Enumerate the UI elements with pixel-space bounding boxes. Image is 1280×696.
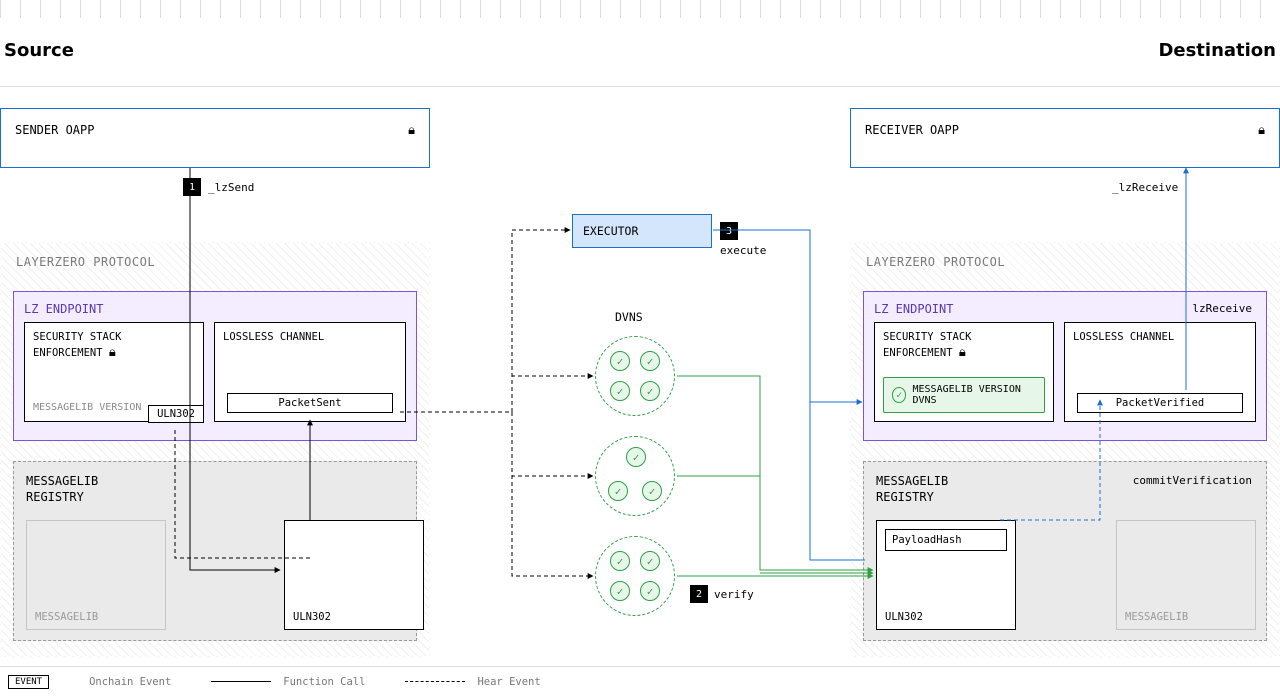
dest-endpoint: LZ ENDPOINT lzReceive SECURITY STACK ENF… bbox=[863, 291, 1267, 441]
receiver-oapp-label: RECEIVER OAPP bbox=[865, 123, 959, 137]
sender-oapp: SENDER OAPP 🔒︎ bbox=[0, 108, 430, 168]
dvn-cluster-2: ✓ ✓ ✓ bbox=[595, 436, 675, 516]
step-2-label: verify bbox=[714, 588, 754, 601]
check-icon: ✓ bbox=[610, 551, 630, 571]
protocol-label: LAYERZERO PROTOCOL bbox=[16, 255, 155, 269]
legend-fncall: Function Call bbox=[283, 676, 365, 688]
legend-hear: Hear Event bbox=[477, 676, 540, 688]
packet-sent-event: PacketSent bbox=[227, 393, 393, 413]
executor: EXECUTOR bbox=[572, 214, 712, 248]
check-icon: ✓ bbox=[608, 481, 628, 501]
check-icon: ✓ bbox=[640, 551, 660, 571]
step-3-badge: 3 bbox=[720, 222, 738, 240]
check-icon: ✓ bbox=[640, 581, 660, 601]
header-destination: Destination bbox=[1158, 40, 1276, 61]
messagelib-slot-dest: MESSAGELIB bbox=[1116, 520, 1256, 630]
registry-title: MESSAGELIB REGISTRY bbox=[26, 474, 116, 505]
dvn-cluster-1: ✓ ✓ ✓ ✓ bbox=[595, 336, 675, 416]
header-source: Source bbox=[4, 40, 74, 61]
registry-title: MESSAGELIB REGISTRY bbox=[876, 474, 966, 505]
legend-solid-line bbox=[211, 681, 271, 682]
lossless-label: LOSSLESS CHANNEL bbox=[223, 331, 397, 345]
endpoint-title: LZ ENDPOINT bbox=[24, 302, 406, 316]
msglib-dvns-verified: ✓ MESSAGELIB VERSION DVNS bbox=[883, 377, 1045, 413]
check-icon: ✓ bbox=[626, 447, 646, 467]
protocol-label: LAYERZERO PROTOCOL bbox=[866, 255, 1005, 269]
lossless-panel-dest: LOSSLESS CHANNEL PacketVerified bbox=[1064, 322, 1256, 422]
uln-tag: ULN302 bbox=[148, 405, 204, 423]
lock-icon: 🔒︎ bbox=[109, 345, 116, 360]
lock-icon: 🔒︎ bbox=[408, 123, 415, 138]
check-icon: ✓ bbox=[640, 381, 660, 401]
msglib-version-label: MESSAGELIB VERSION bbox=[33, 402, 141, 413]
dvn-cluster-3: ✓ ✓ ✓ ✓ bbox=[595, 536, 675, 616]
lossless-panel: LOSSLESS CHANNEL PacketSent bbox=[214, 322, 406, 422]
legend-dash-line bbox=[405, 681, 465, 682]
check-icon: ✓ bbox=[640, 351, 660, 371]
source-endpoint: LZ ENDPOINT SECURITY STACK ENFORCEMENT 🔒… bbox=[13, 291, 417, 441]
lock-icon: 🔒︎ bbox=[1258, 123, 1265, 138]
payload-hash: PayloadHash bbox=[885, 529, 1007, 551]
security-panel: SECURITY STACK ENFORCEMENT 🔒︎ MESSAGELIB… bbox=[24, 322, 204, 422]
security-panel-dest: SECURITY STACK ENFORCEMENT 🔒︎ ✓ MESSAGEL… bbox=[874, 322, 1054, 422]
packet-verified-event: PacketVerified bbox=[1077, 393, 1243, 413]
lock-icon: 🔒︎ bbox=[959, 345, 966, 360]
lz-receive-label: lzReceive bbox=[1192, 302, 1252, 315]
legend-onchain: Onchain Event bbox=[89, 676, 171, 688]
dest-registry: MESSAGELIB REGISTRY commitVerification P… bbox=[863, 461, 1267, 641]
msglib-dvns-label: MESSAGELIB VERSION DVNS bbox=[912, 384, 1036, 406]
step-1-label: _lzSend bbox=[208, 181, 254, 194]
messagelib-slot: MESSAGELIB bbox=[26, 520, 166, 630]
lz-receive-fn-label: _lzReceive bbox=[1112, 181, 1178, 194]
legend: EVENT Onchain Event Function Call Hear E… bbox=[0, 666, 1280, 696]
step-2-badge: 2 bbox=[690, 585, 708, 603]
header-separator bbox=[0, 86, 1280, 87]
header: Source Destination bbox=[4, 40, 1276, 61]
uln302-box: ULN302 bbox=[284, 520, 424, 630]
sender-oapp-label: SENDER OAPP bbox=[15, 123, 94, 137]
commit-verification-label: commitVerification bbox=[1133, 474, 1252, 487]
source-registry: MESSAGELIB REGISTRY MESSAGELIB ULN302 bbox=[13, 461, 417, 641]
lossless-label: LOSSLESS CHANNEL bbox=[1073, 331, 1247, 345]
source-protocol: LAYERZERO PROTOCOL LZ ENDPOINT SECURITY … bbox=[0, 242, 430, 657]
check-icon: ✓ bbox=[610, 351, 630, 371]
check-icon: ✓ bbox=[642, 481, 662, 501]
check-icon: ✓ bbox=[892, 387, 906, 403]
receiver-oapp: RECEIVER OAPP 🔒︎ bbox=[850, 108, 1280, 168]
dest-protocol: LAYERZERO PROTOCOL LZ ENDPOINT lzReceive… bbox=[850, 242, 1280, 657]
legend-event-tag: EVENT bbox=[8, 675, 49, 689]
ruler-top bbox=[0, 0, 1280, 18]
step-3-label: execute bbox=[720, 244, 766, 257]
uln302-box-dest: PayloadHash ULN302 bbox=[876, 520, 1016, 630]
dvns-label: DVNS bbox=[615, 310, 643, 324]
step-1-badge: 1 bbox=[183, 178, 201, 196]
check-icon: ✓ bbox=[610, 381, 630, 401]
check-icon: ✓ bbox=[610, 581, 630, 601]
